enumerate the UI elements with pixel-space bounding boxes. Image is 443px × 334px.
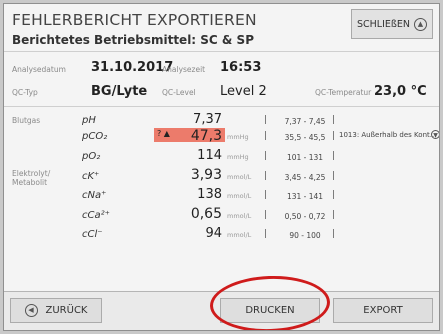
result-value: 7,37 (193, 112, 222, 127)
separator: | (264, 171, 268, 181)
reference-range: 90 - 100 (289, 231, 321, 240)
export-dialog: FEHLERBERICHT EXPORTIEREN Berichtetes Be… (3, 3, 440, 331)
qc-level-label: QC-Level (162, 88, 196, 97)
chevron-up-icon: ▲ (414, 17, 427, 31)
unit: mmHg (227, 133, 249, 141)
analysis-time-value: 16:53 (220, 60, 262, 75)
qc-type-label: QC-Typ (12, 88, 38, 97)
separator: | (264, 115, 268, 125)
close-button[interactable]: SCHLIEßEN ▲ (351, 9, 433, 39)
param-name: pH (82, 115, 96, 126)
red-circle-annotation (209, 273, 331, 330)
qc-temp-value: 23,0 °C (374, 84, 427, 99)
param-name: cK⁺ (82, 171, 100, 182)
separator: | (332, 229, 336, 239)
unit: mmol/L (227, 192, 252, 200)
chevron-down-icon[interactable]: ▼ (431, 130, 439, 139)
separator: | (332, 131, 336, 141)
qc-temp-label: QC-Temperatur (315, 88, 372, 97)
result-value: 3,93 (190, 167, 222, 183)
result-value: 47,3 (190, 128, 222, 144)
reference-range: 35,5 - 45,5 (284, 133, 326, 142)
separator: | (264, 190, 268, 200)
unit: mmHg (227, 153, 249, 161)
param-name: cCa²⁺ (82, 210, 110, 221)
param-name: cCl⁻ (82, 229, 103, 240)
unit: mmol/L (227, 231, 252, 239)
separator: | (332, 115, 336, 125)
separator: | (332, 210, 336, 220)
separator: | (264, 131, 268, 141)
separator: | (332, 190, 336, 200)
reference-range: 3,45 - 4,25 (284, 173, 326, 182)
result-value: 114 (197, 148, 222, 163)
divider (4, 106, 439, 107)
param-name: cNa⁺ (82, 190, 107, 201)
param-name: pCO₂ (82, 131, 108, 142)
result-value: 138 (197, 187, 222, 202)
divider (4, 51, 439, 52)
analysis-date-label: Analysedatum (12, 65, 66, 74)
qc-level-value: Level 2 (220, 84, 267, 99)
export-button[interactable]: EXPORT (333, 298, 433, 323)
qc-type-value: BG/Lyte (91, 84, 148, 99)
separator: | (264, 151, 268, 161)
back-label: ZURÜCK (45, 305, 88, 316)
reference-range: 7,37 - 7,45 (284, 117, 326, 126)
separator: | (264, 210, 268, 220)
separator: | (332, 151, 336, 161)
reference-range: 101 - 131 (286, 153, 324, 162)
error-note: 1013: Außerhalb des Kont... (339, 131, 437, 139)
result-value: 94 (205, 226, 222, 241)
result-value: 0,65 (190, 206, 222, 222)
device-subtitle: Berichtetes Betriebsmittel: SC & SP (12, 33, 254, 47)
chevron-left-icon: ◀ (24, 304, 38, 317)
group-label-bloodgas: Blutgas (12, 116, 41, 125)
analysis-date-value: 31.10.2017 (91, 60, 174, 75)
separator: | (332, 171, 336, 181)
reference-range: 131 - 141 (286, 192, 324, 201)
close-label: SCHLIEßEN (357, 18, 410, 30)
export-label: EXPORT (363, 305, 403, 316)
back-button[interactable]: ◀ ZURÜCK (10, 298, 102, 323)
unit: mmol/L (227, 212, 252, 220)
separator: | (264, 229, 268, 239)
param-name: pO₂ (82, 151, 101, 162)
analysis-time-label: Analysezeit (162, 65, 206, 74)
reference-range: 0,50 - 0,72 (284, 212, 326, 221)
page-title: FEHLERBERICHT EXPORTIEREN (12, 11, 257, 29)
group-label-electrolyte: Elektrolyt/ Metabolit (12, 169, 51, 187)
unit: mmol/L (227, 173, 252, 181)
